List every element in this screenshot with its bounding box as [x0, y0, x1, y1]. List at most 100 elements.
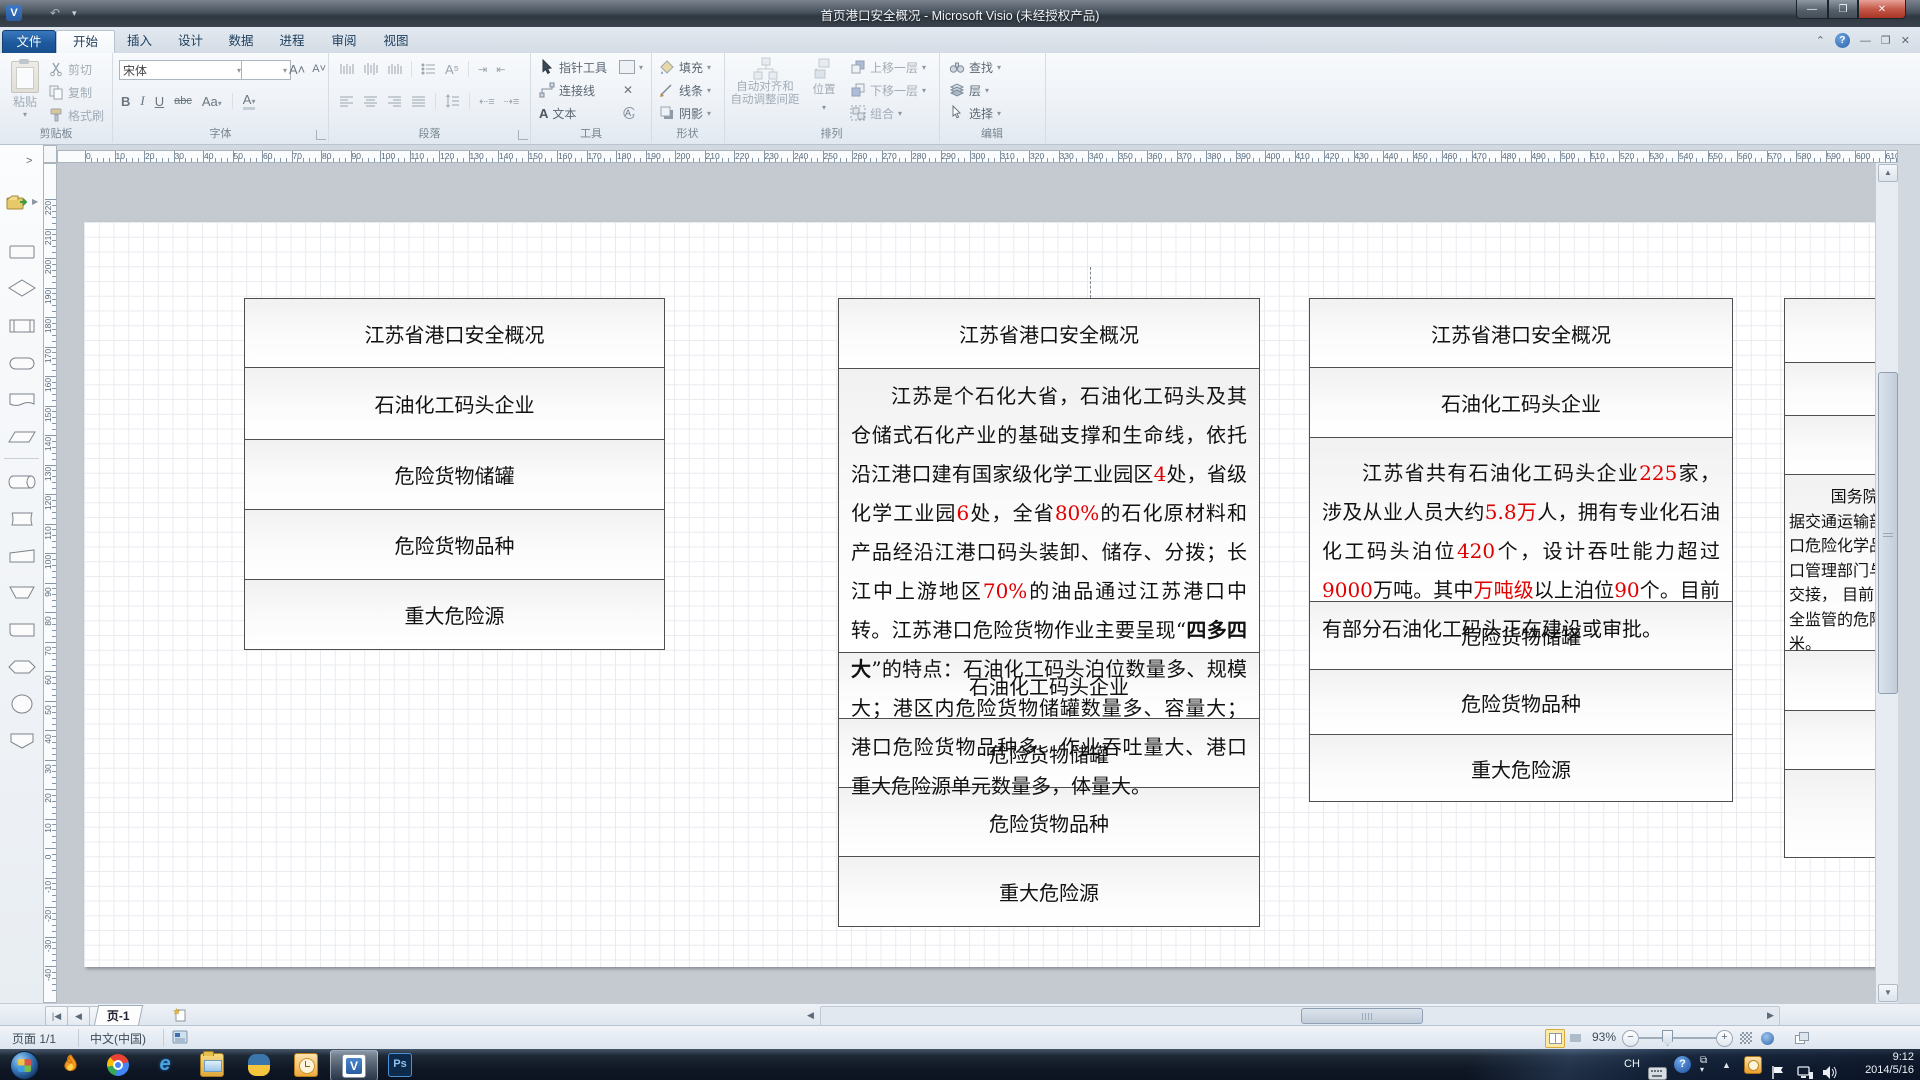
vertical-scroll-thumb[interactable] [1878, 372, 1898, 694]
shrink-font-icon[interactable]: A˅ [312, 63, 326, 75]
text-direction-icon[interactable] [339, 62, 354, 76]
bring-forward-button[interactable]: 上移一层▾ [850, 57, 926, 77]
shape-document[interactable] [7, 388, 37, 412]
auto-align-button[interactable]: 自动对齐和自动调整间距 [730, 57, 800, 107]
shape-rectangle[interactable] [7, 240, 37, 264]
close-button[interactable]: ✕ [1858, 0, 1906, 19]
expand-shapes-panel-icon[interactable]: > [26, 155, 32, 167]
tab-process[interactable]: 进程 [267, 30, 317, 53]
action-center-flag-icon[interactable] [1770, 1057, 1788, 1080]
send-backward-button[interactable]: 下移一层▾ [850, 80, 926, 100]
grow-font-icon[interactable]: A˄ [289, 62, 305, 77]
view-fullscreen-icon[interactable] [1566, 1029, 1586, 1048]
fit-page-icon[interactable] [1737, 1029, 1757, 1048]
horizontal-scrollbar[interactable]: ◀ ▶ [820, 1006, 1780, 1026]
format-painter-button[interactable]: 格式刷 [48, 105, 104, 125]
doc-minimize-icon[interactable]: — [1860, 35, 1871, 47]
tab-insert[interactable]: 插入 [115, 30, 164, 53]
position-button[interactable]: 位置 ▾ [804, 57, 844, 115]
flow-cell[interactable]: 重大危险源 [839, 856, 1259, 926]
cut-button[interactable]: 剪切 [48, 59, 92, 79]
rotate-text-right-icon[interactable]: ⇤ [496, 63, 505, 76]
font-size-combo[interactable]: ▾ [241, 60, 291, 80]
flow-cell[interactable]: 危险货物储罐 [245, 439, 664, 509]
shape-card[interactable] [7, 507, 37, 531]
group-button[interactable]: 组合▾ [850, 103, 902, 123]
flow-cell-title[interactable]: 江苏省港口安全概况 [839, 299, 1259, 368]
decrease-indent-icon[interactable]: ⇠≡ [479, 95, 495, 108]
shape-cylinder-horizontal[interactable] [7, 470, 37, 494]
flow-box-overview-detail[interactable]: 江苏省港口安全概况 江苏是个石化大省，石油化工码头及其仓储式石化产业的基础支撑和… [838, 298, 1260, 927]
shape-off-page[interactable] [7, 729, 37, 753]
rotate-text-left-icon[interactable]: ⇥ [478, 63, 487, 76]
tray-pinyin-icon[interactable]: ? [1674, 1056, 1691, 1073]
horizontal-scroll-thumb[interactable] [1301, 1008, 1423, 1024]
taskbar-item-explorer[interactable] [189, 1050, 235, 1079]
flow-cell[interactable]: 重大危险源 [1310, 734, 1732, 801]
pan-zoom-window-icon[interactable] [1758, 1029, 1778, 1048]
taskbar-item-visio-active[interactable]: V [330, 1050, 378, 1080]
font-color-button[interactable]: A▾ [243, 92, 256, 110]
tab-file[interactable]: 文件 [2, 30, 56, 54]
increase-indent-icon[interactable]: ⇢≡ [504, 95, 520, 108]
pointer-tool-button[interactable]: 指针工具 [539, 57, 607, 77]
layers-button[interactable]: 层▾ [949, 80, 989, 100]
start-button[interactable] [10, 1051, 39, 1080]
bold-button[interactable]: B [121, 94, 130, 109]
shape-rounded-process[interactable] [7, 618, 37, 642]
shadow-button[interactable]: 阴影▾ [659, 103, 711, 123]
doc-close-icon[interactable]: ✕ [1901, 34, 1910, 47]
scroll-down-icon[interactable]: ▼ [1878, 984, 1898, 1002]
tray-overflow-icon[interactable]: ▾ [1700, 1065, 1704, 1080]
drawing-canvas[interactable]: 江苏省港口安全概况 石油化工码头企业 危险货物储罐 危险货物品种 重大危险源 江… [57, 163, 1898, 1003]
italic-button[interactable]: I [140, 93, 144, 109]
insert-page-icon[interactable] [172, 1008, 188, 1022]
underline-button[interactable]: U [155, 94, 164, 109]
line-button[interactable]: 线条▾ [659, 80, 711, 100]
flow-cell[interactable]: 危险货物品种 [1310, 669, 1732, 734]
tab-view[interactable]: 视图 [371, 30, 421, 53]
taskbar-item-photoshop[interactable]: Ps [377, 1050, 423, 1079]
line-spacing-icon[interactable] [445, 94, 460, 108]
open-stencil-icon[interactable] [6, 193, 30, 211]
flow-cell-subtitle[interactable]: 石油化工码头企业 [1310, 367, 1732, 437]
shape-predefined-process[interactable] [7, 314, 37, 338]
scroll-left-icon[interactable]: ◀ [800, 1007, 821, 1023]
flow-cell-paragraph[interactable]: 江苏省共有石油化工码头企业225家，涉及从业人员大约5.8万人，拥有专业化石油化… [1310, 437, 1732, 601]
text-tool-button[interactable]: A 文本 [539, 103, 576, 123]
scroll-up-icon[interactable]: ▲ [1878, 164, 1898, 182]
fill-button[interactable]: 填充▾ [659, 57, 711, 77]
restore-button[interactable]: ❐ [1828, 0, 1858, 19]
flow-cell[interactable]: 江苏省港口安全概况 [245, 299, 664, 367]
tab-data[interactable]: 数据 [217, 30, 265, 53]
zoom-in-icon[interactable]: + [1716, 1030, 1733, 1047]
stencil-more-icon[interactable]: ▶ [32, 197, 38, 206]
switch-windows-icon[interactable] [1792, 1029, 1812, 1048]
shape-parallelogram[interactable] [7, 425, 37, 449]
bullets-icon[interactable] [421, 62, 436, 76]
flow-box-terminal-detail[interactable]: 江苏省港口安全概况 石油化工码头企业 江苏省共有石油化工码头企业225家，涉及从… [1309, 298, 1733, 802]
taskbar-item-chrome[interactable] [95, 1050, 141, 1079]
tab-design[interactable]: 设计 [166, 30, 215, 53]
rotate-text-button[interactable]: A [621, 103, 637, 123]
delete-tool-button[interactable]: ✕ [623, 80, 633, 100]
flow-cell-paragraph[interactable]: 江苏是个石化大省，石油化工码头及其仓储式石化产业的基础支撑和生命线，依托沿江港口… [839, 368, 1259, 652]
tab-review[interactable]: 审阅 [319, 30, 369, 53]
shape-trapezoid-right[interactable] [7, 544, 37, 568]
taskbar-item-python[interactable] [236, 1050, 282, 1079]
network-icon[interactable] [1796, 1057, 1814, 1080]
keyboard-icon[interactable] [1648, 1058, 1667, 1080]
align-left-icon[interactable] [339, 95, 354, 108]
tray-outlook-alert-icon[interactable] [1744, 1056, 1762, 1074]
volume-icon[interactable] [1822, 1057, 1838, 1080]
collapse-ribbon-icon[interactable]: ⌃ [1816, 34, 1825, 47]
show-hidden-icons-icon[interactable]: ▲ [1722, 1060, 1731, 1080]
taskbar-item-browser[interactable] [48, 1050, 94, 1079]
drawing-page[interactable]: 江苏省港口安全概况 石油化工码头企业 危险货物储罐 危险货物品种 重大危险源 江… [84, 222, 1898, 967]
help-icon[interactable]: ? [1835, 33, 1850, 48]
align-right-icon[interactable] [387, 95, 402, 108]
shape-terminator[interactable] [7, 351, 37, 375]
macro-status-icon[interactable] [172, 1030, 189, 1045]
tray-language-indicator[interactable]: CH [1624, 1049, 1640, 1080]
status-language[interactable]: 中文(中国) [90, 1030, 146, 1047]
